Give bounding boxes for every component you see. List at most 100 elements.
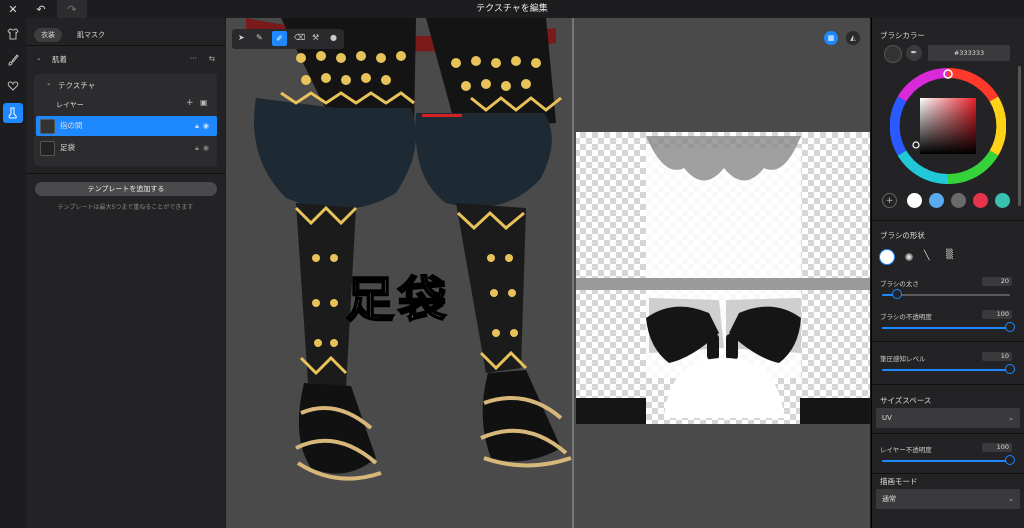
round-brush-icon[interactable] [879, 249, 895, 265]
pressure-label: 筆圧感知レベル [880, 355, 926, 363]
fill-tool-icon[interactable]: ● [330, 33, 337, 42]
brush-size-label: ブラシの太さ [880, 280, 919, 288]
slider-knob [1005, 364, 1015, 374]
chevron-down-icon: ⌄ [36, 54, 42, 62]
size-space-value: UV [882, 414, 892, 422]
redo-button[interactable]: ↷ [57, 0, 87, 18]
size-space-select[interactable]: UV ⌄ [876, 408, 1020, 428]
color-wheel[interactable] [890, 68, 1006, 184]
brush-size-slider[interactable] [882, 289, 1010, 299]
layer-name: 指の間 [60, 121, 83, 130]
image-icon[interactable]: ▣ [200, 98, 208, 107]
brush-shape-title: ブラシの形状 [880, 231, 925, 240]
chevron-down-icon: ⌄ [46, 79, 52, 87]
3d-viewport[interactable]: ➤ ✎ ✐ ⌫ ⚒ ● 足袋 [226, 18, 572, 528]
uv-texture-canvas [576, 132, 870, 424]
close-icon: ✕ [8, 2, 18, 16]
underwear-label: 肌着 [52, 55, 67, 64]
brush-size-value[interactable]: 20 [982, 277, 1012, 286]
divider [26, 173, 225, 174]
swatch-0[interactable] [907, 193, 922, 208]
swatch-2[interactable] [951, 193, 966, 208]
layer-thumbnail [40, 141, 55, 156]
sv-knob [912, 141, 920, 149]
heart-icon [7, 81, 19, 91]
swatch-3[interactable] [973, 193, 988, 208]
pen-tool-icon[interactable]: ✎ [256, 33, 263, 42]
stamp-tool-icon[interactable]: ⚒ [312, 33, 319, 42]
line-brush-icon[interactable]: ╲ [924, 251, 929, 261]
lock-eye-icons[interactable]: 🔒︎◉ [195, 116, 213, 136]
divider [872, 341, 1024, 342]
layer-label: レイヤー [56, 101, 84, 109]
mirror-icon[interactable]: ◭ [846, 31, 860, 45]
add-template-button[interactable]: テンプレートを追加する [35, 182, 217, 196]
brush-settings-panel: ブラシカラー ✒ #333333 + ブラシの形状 ╲ ▒ ブラシの太さ 20 … [871, 18, 1024, 528]
draw-mode-title: 描画モード [880, 477, 918, 486]
brush-opacity-label: ブラシの不透明度 [880, 313, 932, 321]
draw-toolbar: ➤ ✎ ✐ ⌫ ⚒ ● [232, 29, 344, 49]
rail-costume-button[interactable] [3, 24, 23, 44]
texture-label: テクスチャ [58, 81, 96, 90]
current-color-swatch[interactable] [884, 45, 902, 63]
lock-eye-icons[interactable]: 🔒︎◉ [195, 138, 213, 158]
brush-opacity-value[interactable]: 100 [982, 310, 1012, 319]
brush-icon [8, 54, 19, 66]
overlay-text: 足袋 [345, 271, 451, 329]
layers-panel: 衣装 肌マスク ⌄ 肌着 ··· ⇆ ⌄ テクスチャ レイヤー + ▣ 指の間 … [26, 18, 225, 528]
draw-mode-value: 通常 [882, 495, 896, 503]
divider [872, 220, 1024, 221]
tab-skin-mask[interactable]: 肌マスク [70, 28, 112, 42]
uv-texture-view[interactable]: ▦ ◭ [574, 18, 870, 528]
divider [872, 384, 1024, 385]
swatch-4[interactable] [995, 193, 1010, 208]
soft-brush-icon[interactable] [905, 253, 913, 261]
title-bar: ✕ ↶ ↷ テクスチャを編集 [0, 0, 1024, 19]
add-layer-icon[interactable]: + [186, 98, 194, 108]
slider-knob [1005, 322, 1015, 332]
eyedropper-icon[interactable]: ✒ [906, 45, 922, 61]
layer-name: 足袋 [60, 143, 75, 152]
rail-brush-button[interactable] [3, 50, 23, 70]
sock-icon [8, 107, 17, 119]
texture-brush-icon[interactable]: ▒ [946, 250, 953, 260]
close-button[interactable]: ✕ [0, 0, 26, 18]
rail-sock-button[interactable] [3, 103, 23, 123]
swatch-1[interactable] [929, 193, 944, 208]
settings-sliders-icon[interactable]: ⇆ [209, 54, 215, 63]
layer-opacity-label: レイヤー不透明度 [880, 446, 932, 454]
panel-scrollbar[interactable] [1018, 66, 1021, 206]
brush-opacity-slider[interactable] [882, 322, 1015, 332]
layer-opacity-value[interactable]: 100 [982, 443, 1012, 452]
underwear-header[interactable]: ⌄ 肌着 ··· ⇆ [26, 54, 225, 68]
layer-thumbnail [40, 119, 55, 134]
divider [872, 433, 1024, 434]
grid-view-icon[interactable]: ▦ [824, 31, 838, 45]
more-icon[interactable]: ··· [190, 54, 197, 63]
window-title: テクスチャを編集 [476, 4, 548, 14]
tab-costume[interactable]: 衣装 [34, 28, 62, 42]
brush-color-title: ブラシカラー [880, 31, 925, 40]
brush-tool-icon[interactable]: ✐ [272, 31, 287, 46]
template-hint: テンプレートは最大5つまで重ねることができます [57, 204, 194, 211]
slider-knob [892, 289, 903, 299]
divider [26, 45, 225, 46]
pressure-value[interactable]: 10 [982, 352, 1012, 361]
undo-icon: ↶ [36, 2, 46, 16]
layer-row[interactable]: 足袋 🔒︎◉ [36, 138, 217, 158]
rail-heart-button[interactable] [3, 76, 23, 96]
hex-input[interactable]: #333333 [928, 45, 1010, 61]
draw-mode-select[interactable]: 通常 ⌄ [876, 489, 1020, 509]
layer-opacity-slider[interactable] [882, 455, 1015, 465]
layer-row[interactable]: 指の間 🔒︎◉ [36, 116, 217, 136]
add-swatch-icon[interactable]: + [882, 193, 897, 208]
select-tool-icon[interactable]: ➤ [238, 33, 245, 42]
tool-rail [0, 18, 27, 528]
slider-knob [1005, 455, 1015, 465]
pressure-slider[interactable] [882, 364, 1015, 374]
redo-icon: ↷ [67, 2, 77, 16]
chevron-down-icon: ⌄ [1008, 495, 1014, 503]
chevron-down-icon: ⌄ [1008, 414, 1014, 422]
undo-button[interactable]: ↶ [28, 0, 54, 18]
eraser-tool-icon[interactable]: ⌫ [294, 33, 305, 42]
